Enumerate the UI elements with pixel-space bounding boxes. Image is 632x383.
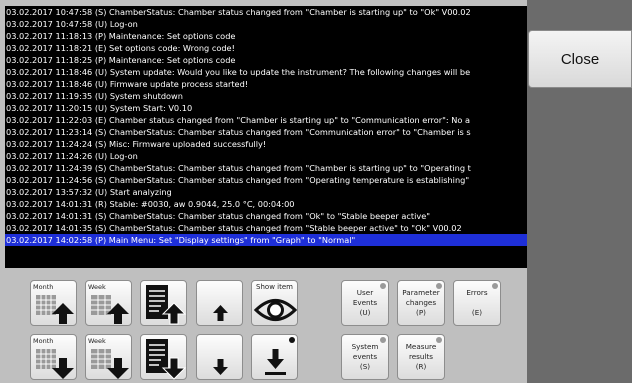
- status-dot: [436, 283, 442, 289]
- month-down-button[interactable]: Month: [30, 334, 77, 380]
- log-entry[interactable]: 03.02.2017 11:18:21 (E) Set options code…: [5, 42, 527, 54]
- month-up-button[interactable]: Month: [30, 280, 77, 326]
- show-item-button[interactable]: Show item: [251, 280, 298, 326]
- log-entry[interactable]: 03.02.2017 14:02:58 (P) Main Menu: Set "…: [5, 234, 527, 246]
- status-dot: [436, 337, 442, 343]
- log-entry[interactable]: 03.02.2017 11:18:25 (P) Maintenance: Set…: [5, 54, 527, 66]
- page-down-icon: [146, 339, 187, 380]
- calendar-down-icon: [36, 349, 74, 379]
- calendar-up-icon: [36, 295, 74, 324]
- status-dot: [380, 283, 386, 289]
- log-entry[interactable]: 03.02.2017 11:23:14 (S) ChamberStatus: C…: [5, 126, 527, 138]
- filter-parameter-changes-button[interactable]: Parameter changes (P): [397, 280, 445, 326]
- page-up-button[interactable]: [140, 280, 187, 326]
- week-down-button[interactable]: Week: [85, 334, 132, 380]
- log-entry[interactable]: 03.02.2017 11:24:39 (S) ChamberStatus: C…: [5, 162, 527, 174]
- arrow-down-icon: [213, 359, 228, 375]
- filter-system-events-button[interactable]: System events (S): [341, 334, 389, 380]
- log-entry[interactable]: 03.02.2017 11:18:46 (U) System update: W…: [5, 66, 527, 78]
- errors-label: Errors (E): [466, 288, 488, 317]
- page-down-button[interactable]: [140, 334, 187, 380]
- log-entry[interactable]: 03.02.2017 14:01:31 (S) ChamberStatus: C…: [5, 210, 527, 222]
- calendar-down-icon: [91, 349, 129, 379]
- week-up-button[interactable]: Week: [85, 280, 132, 326]
- eye-icon: [253, 299, 298, 321]
- arrow-to-bottom-icon: [265, 349, 286, 375]
- scroll-down-button[interactable]: [196, 334, 243, 380]
- log-entry[interactable]: 03.02.2017 11:19:35 (U) System shutdown: [5, 90, 527, 102]
- log-entry[interactable]: 03.02.2017 13:57:32 (U) Start analyzing: [5, 186, 527, 198]
- log-entry[interactable]: 03.02.2017 11:24:26 (U) Log-on: [5, 150, 527, 162]
- log-entry[interactable]: 03.02.2017 11:18:46 (U) Firmware update …: [5, 78, 527, 90]
- button-area: Month Week Show item User Events (U) Par…: [0, 268, 527, 383]
- system-events-label: System events (S): [351, 342, 379, 371]
- log-entry[interactable]: 03.02.2017 11:24:56 (S) ChamberStatus: C…: [5, 174, 527, 186]
- filter-errors-button[interactable]: Errors (E): [453, 280, 501, 326]
- close-button[interactable]: Close: [528, 30, 632, 88]
- filter-user-events-button[interactable]: User Events (U): [341, 280, 389, 326]
- calendar-up-icon: [91, 295, 129, 324]
- measure-results-label: Measure results (R): [405, 342, 437, 371]
- log-entry[interactable]: 03.02.2017 14:01:35 (S) ChamberStatus: C…: [5, 222, 527, 234]
- page-up-icon: [146, 285, 187, 325]
- log-entry[interactable]: 03.02.2017 11:24:24 (S) Misc: Firmware u…: [5, 138, 527, 150]
- log-entry[interactable]: 03.02.2017 10:47:58 (U) Log-on: [5, 18, 527, 30]
- status-dot: [492, 283, 498, 289]
- arrow-up-icon: [213, 305, 228, 321]
- jump-to-end-button[interactable]: [251, 334, 298, 380]
- log-entry[interactable]: 03.02.2017 11:18:13 (P) Maintenance: Set…: [5, 30, 527, 42]
- status-dot: [380, 337, 386, 343]
- log-entry[interactable]: 03.02.2017 10:47:58 (S) ChamberStatus: C…: [5, 6, 527, 18]
- user-events-label: User Events (U): [352, 288, 378, 317]
- log-entry[interactable]: 03.02.2017 14:01:31 (R) Stable: #0030, a…: [5, 198, 527, 210]
- parameter-changes-label: Parameter changes (P): [402, 288, 440, 317]
- log-entry[interactable]: 03.02.2017 11:20:15 (U) System Start: V0…: [5, 102, 527, 114]
- scroll-up-button[interactable]: [196, 280, 243, 326]
- log-entry[interactable]: 03.02.2017 11:22:03 (E) Chamber status c…: [5, 114, 527, 126]
- filter-measure-results-button[interactable]: Measure results (R): [397, 334, 445, 380]
- event-log-list[interactable]: 03.02.2017 10:47:58 (S) ChamberStatus: C…: [5, 6, 527, 268]
